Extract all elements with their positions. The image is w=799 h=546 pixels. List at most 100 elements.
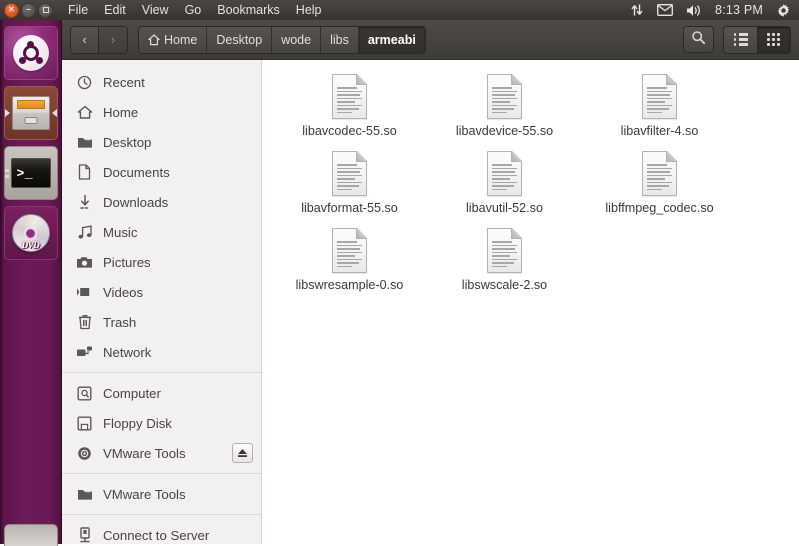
trash-icon [76,314,93,331]
breadcrumb-item-libs[interactable]: libs [321,26,359,53]
list-view-button[interactable] [724,26,757,53]
file-manager-toolbar: ‹ › Home Desktop wode libs armeabi [62,20,799,60]
menu-view[interactable]: View [141,0,170,20]
sidebar-label-vmware-tools-folder: VMware Tools [103,486,186,502]
file-label: libavcodec-55.so [302,124,397,138]
menu-go[interactable]: Go [184,0,203,20]
launcher-item-files[interactable] [3,86,58,140]
sidebar-divider-1 [62,372,261,373]
sidebar-label-desktop: Desktop [103,134,152,150]
list-view-icon [733,33,748,46]
dvd-label: DVD [21,240,40,250]
launcher-item-ubuntu[interactable] [3,26,58,80]
sidebar-item-desktop[interactable]: Desktop [62,127,261,157]
forward-button[interactable]: › [99,26,127,53]
breadcrumb-item-home[interactable]: Home [139,26,208,53]
video-camera-icon [76,284,93,301]
launcher-running-arrow-icon [4,109,10,117]
sidebar-item-pictures[interactable]: Pictures [62,247,261,277]
file-label: libavfilter-4.so [620,124,699,138]
menu-bookmarks[interactable]: Bookmarks [216,0,281,20]
back-button[interactable]: ‹ [71,26,99,53]
sidebar-item-vmware-tools-folder[interactable]: VMware Tools [62,479,261,509]
eject-button[interactable] [232,443,253,463]
sidebar-label-network-item: Network [103,344,152,360]
breadcrumb-item-wode[interactable]: wode [272,26,322,53]
camera-icon [76,254,93,271]
file-item[interactable]: libavformat-55.so [272,145,427,222]
file-manager-window: ‹ › Home Desktop wode libs armeabi Recen… [62,20,799,544]
file-view-area[interactable]: libavcodec-55.so libavdevice-55.so libav… [262,60,799,544]
menu-file[interactable]: File [67,0,89,20]
menu-help[interactable]: Help [295,0,323,20]
sidebar-label-music: Music [103,224,138,240]
maximize-icon [42,7,49,13]
floppy-disk-icon [76,415,93,432]
document-file-icon [332,74,367,119]
launcher-item-dvd[interactable]: DVD [3,206,58,260]
launcher-item-partial[interactable] [3,524,58,546]
network-updown-icon[interactable] [630,3,644,17]
window-close-button[interactable]: ✕ [4,2,19,18]
download-arrow-icon [76,194,93,211]
file-item[interactable]: libavcodec-55.so [272,68,427,145]
sidebar-item-videos[interactable]: Videos [62,277,261,307]
file-item[interactable]: libswresample-0.so [272,222,427,299]
sidebar-item-documents[interactable]: Documents [62,157,261,187]
sidebar-item-recent[interactable]: Recent [62,67,261,97]
volume-speaker-icon[interactable] [686,4,702,17]
clock[interactable]: 8:13 PM [715,3,763,17]
breadcrumb-label-home: Home [164,32,198,47]
window-maximize-button[interactable] [38,2,53,18]
menu-edit[interactable]: Edit [103,0,127,20]
window-minimize-button[interactable]: − [21,2,36,18]
window-controls: ✕ − [0,2,53,18]
file-grid: libavcodec-55.so libavdevice-55.so libav… [262,68,799,299]
home-icon [76,104,93,121]
file-label: libavformat-55.so [301,201,398,215]
sidebar-item-computer[interactable]: Computer [62,378,261,408]
sidebar-item-trash[interactable]: Trash [62,307,261,337]
sidebar-item-network[interactable]: Network [62,337,261,367]
eject-icon [238,449,247,457]
file-item[interactable]: libavdevice-55.so [427,68,582,145]
file-item[interactable]: libffmpeg_codec.so [582,145,737,222]
sidebar-item-home[interactable]: Home [62,97,261,127]
breadcrumb-item-armeabi[interactable]: armeabi [358,26,425,53]
document-file-icon [332,151,367,196]
file-item[interactable]: libswscale-2.so [427,222,582,299]
breadcrumb-label-libs: libs [330,32,349,47]
sidebar-item-connect-to-server[interactable]: Connect to Server [62,520,261,544]
file-label: libffmpeg_codec.so [605,201,714,215]
document-file-icon [332,228,367,273]
computer-icon [76,385,93,402]
sidebar-label-connect-to-server: Connect to Server [103,527,210,543]
sidebar-label-videos: Videos [103,284,144,300]
file-item[interactable]: libavfilter-4.so [582,68,737,145]
sidebar-item-vmware-tools-disc[interactable]: VMware Tools [62,438,261,468]
search-button[interactable] [683,26,714,53]
launcher-running-pip2-icon [4,175,9,178]
gear-icon[interactable] [776,3,791,18]
file-item[interactable]: libavutil-52.so [427,145,582,222]
icon-view-button[interactable] [757,26,790,53]
close-icon: ✕ [8,5,15,14]
sidebar-label-vmware-tools-disc: VMware Tools [103,445,186,461]
optical-disc-icon [76,445,93,462]
unity-launcher: >_ DVD [0,20,62,546]
mail-envelope-icon[interactable] [657,4,673,16]
sidebar-item-downloads[interactable]: Downloads [62,187,261,217]
terminal-icon: >_ [10,158,51,188]
sidebar-label-recent: Recent [103,74,145,90]
breadcrumb-label-desktop: Desktop [216,32,263,47]
folder-icon [76,134,93,151]
sidebar-item-music[interactable]: Music [62,217,261,247]
folder-icon [76,486,93,503]
launcher-item-terminal[interactable]: >_ [3,146,58,200]
launcher-focused-arrow-icon [51,109,57,117]
breadcrumb-item-desktop[interactable]: Desktop [207,26,273,53]
grid-view-icon [767,33,780,46]
sidebar-label-documents: Documents [103,164,170,180]
sidebar-item-floppy-disk[interactable]: Floppy Disk [62,408,261,438]
home-icon [148,33,160,46]
